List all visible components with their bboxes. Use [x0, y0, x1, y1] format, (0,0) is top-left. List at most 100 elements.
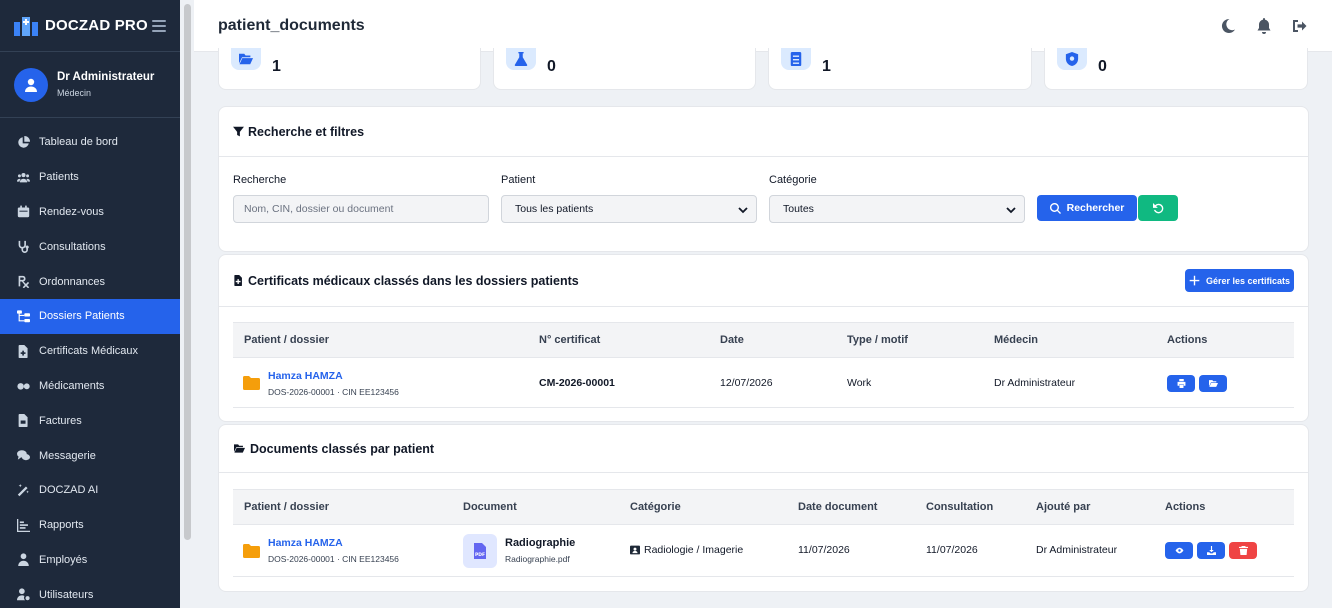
sidebar-item-ordonnances[interactable]: Ordonnances [0, 264, 180, 299]
logout-icon[interactable] [1292, 18, 1308, 34]
flask-icon [514, 52, 528, 66]
certificate-number: CM-2026-00001 [539, 377, 615, 389]
filters-title: Recherche et filtres [248, 124, 365, 139]
sidebar-item-label: Certificats Médicaux [39, 345, 139, 358]
patient-link[interactable]: Hamza HAMZA [268, 537, 343, 549]
undo-icon [1152, 202, 1163, 213]
user-gear-icon [17, 588, 30, 601]
reset-button[interactable] [1138, 195, 1178, 221]
prescription-icon [18, 275, 30, 289]
column-header: Catégorie [630, 501, 681, 513]
document-date: 11/07/2026 [798, 544, 850, 556]
id-card-icon [630, 545, 640, 555]
certificates-title: Certificats médicaux classés dans les do… [248, 273, 579, 288]
column-header: Ajouté par [1036, 501, 1091, 513]
sidebar-item-medicaments[interactable]: Médicaments [0, 369, 180, 404]
search-input[interactable] [233, 195, 489, 223]
sidebar-item-tableau-de-bord[interactable]: Tableau de bord [0, 125, 180, 160]
folder-open-icon [239, 53, 253, 65]
sidebar-item-label: Consultations [39, 240, 106, 253]
view-button[interactable] [1165, 542, 1193, 559]
user-tie-icon [18, 553, 29, 567]
svg-text:PDF: PDF [475, 552, 485, 558]
sidebar-item-dossiers-patients[interactable]: Dossiers Patients [0, 298, 180, 334]
moon-icon[interactable] [1220, 18, 1236, 34]
avatar [14, 67, 48, 102]
sidebar-scrollbar[interactable] [184, 4, 191, 540]
column-header: Patient / dossier [244, 334, 329, 346]
user-doctor-icon [25, 78, 37, 92]
sidebar-item-patients[interactable]: Patients [0, 160, 180, 195]
column-header: Date [720, 334, 744, 346]
sidebar-item-rapports[interactable]: Rapports [0, 508, 180, 543]
filters-panel-header: Recherche et filtres [219, 107, 1308, 157]
sidebar-item-label: Rendez-vous [39, 205, 104, 218]
trash-icon [1238, 546, 1248, 555]
certificates-table-header: Patient / dossier N° certificat Date Typ… [233, 322, 1294, 358]
eye-icon [1175, 547, 1183, 554]
stat-card-confidential: 0 [1044, 48, 1308, 90]
brand: DOCZAD PRO [0, 0, 180, 52]
folder-open-icon [1208, 380, 1218, 387]
documents-panel: Documents classés par patient Patient / … [218, 424, 1309, 592]
documents-panel-header: Documents classés par patient [219, 425, 1308, 473]
sidebar-item-label: Employés [39, 553, 88, 566]
patient-select[interactable]: Tous les patients [501, 195, 757, 223]
certificate-doctor: Dr Administrateur [994, 377, 1076, 389]
patient-select-value: Tous les patients [515, 203, 594, 215]
category-select-value: Toutes [783, 203, 814, 215]
document-name[interactable]: Radiographie [505, 537, 575, 549]
file-medical-icon [18, 344, 28, 358]
open-folder-button[interactable] [1199, 375, 1227, 392]
folder-tree-icon [17, 310, 30, 323]
folder-icon [243, 544, 260, 558]
certificate-type: Work [847, 377, 872, 389]
sidebar-item-certificats-medicaux[interactable]: Certificats Médicaux [0, 334, 180, 369]
category-label: Catégorie [769, 174, 817, 186]
top-header: patient_documents [194, 0, 1332, 52]
calendar-icon [17, 205, 30, 218]
sidebar-item-utilisateurs[interactable]: Utilisateurs [0, 577, 180, 608]
pdf-file-icon: PDF [463, 534, 497, 568]
menu-toggle-icon[interactable] [152, 19, 166, 32]
sidebar-item-label: Factures [39, 414, 82, 427]
download-button[interactable] [1197, 542, 1225, 559]
category-select[interactable]: Toutes [769, 195, 1025, 223]
patient-folder-info: DOS-2026-00001 · CIN EE123456 [268, 387, 399, 397]
file-medical-icon [234, 275, 242, 286]
user-role: Médecin [57, 88, 92, 98]
sidebar-item-label: Messagerie [39, 449, 96, 462]
sidebar-item-employes[interactable]: Employés [0, 543, 180, 578]
sidebar-item-label: DOCZAD AI [39, 484, 99, 497]
sidebar-item-factures[interactable]: Factures [0, 403, 180, 438]
file-medical-icon [790, 52, 802, 66]
folder-open-icon [234, 444, 245, 453]
sidebar-item-messagerie[interactable]: Messagerie [0, 438, 180, 473]
table-row: Hamza HAMZA DOS-2026-00001 · CIN EE12345… [233, 358, 1294, 408]
file-invoice-icon [18, 414, 28, 428]
added-by: Dr Administrateur [1036, 544, 1118, 556]
column-header: N° certificat [539, 334, 601, 346]
column-header: Actions [1165, 501, 1206, 513]
manage-certificates-button[interactable]: Gérer les certificats [1185, 269, 1294, 292]
page-title: patient_documents [218, 16, 365, 34]
sidebar-item-consultations[interactable]: Consultations [0, 229, 180, 264]
sidebar-item-doczad-ai[interactable]: DOCZAD AI [0, 473, 180, 508]
search-button[interactable]: Rechercher [1037, 195, 1137, 221]
documents-table-header: Patient / dossier Document Catégorie Dat… [233, 489, 1294, 525]
sidebar-item-label: Médicaments [39, 379, 105, 392]
print-button[interactable] [1167, 375, 1195, 392]
documents-title: Documents classés par patient [250, 441, 435, 456]
delete-button[interactable] [1229, 542, 1257, 559]
search-button-label: Rechercher [1066, 202, 1125, 214]
sidebar-item-label: Rapports [39, 519, 84, 532]
sidebar-item-rendez-vous[interactable]: Rendez-vous [0, 195, 180, 230]
certificates-panel: Certificats médicaux classés dans les do… [218, 254, 1309, 422]
table-row: Hamza HAMZA DOS-2026-00001 · CIN EE12345… [233, 525, 1294, 577]
filters-panel: Recherche et filtres Recherche Patient T… [218, 106, 1309, 252]
filter-icon [233, 126, 244, 137]
column-header: Médecin [994, 334, 1039, 346]
patient-link[interactable]: Hamza HAMZA [268, 370, 343, 382]
bell-icon[interactable] [1256, 17, 1272, 34]
chevron-down-icon [738, 207, 748, 214]
